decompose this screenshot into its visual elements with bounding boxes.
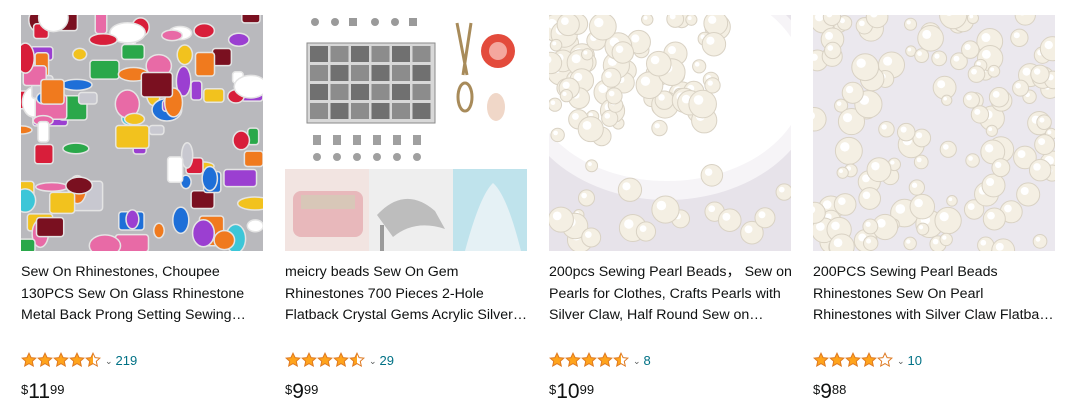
price-symbol: $ (813, 382, 821, 397)
star-icon (333, 352, 349, 367)
price-fraction: 99 (579, 382, 595, 397)
star-icon (317, 352, 333, 367)
review-count[interactable]: 8 (644, 353, 651, 368)
chevron-down-icon[interactable]: ⌄ (897, 356, 905, 367)
chevron-down-icon[interactable]: ⌄ (369, 356, 377, 367)
price[interactable]: $ 10 99 (549, 378, 594, 406)
rating-row: ⌄ 219 (21, 350, 137, 370)
price[interactable]: $ 11 99 (21, 378, 65, 406)
star-icon (85, 352, 101, 367)
chevron-down-icon[interactable]: ⌄ (633, 356, 641, 367)
star-icon (285, 352, 301, 367)
star-icon (613, 352, 629, 367)
rating-row: ⌄ 29 (285, 350, 394, 370)
star-icon (349, 352, 365, 367)
star-icon (829, 352, 845, 367)
price-symbol: $ (549, 382, 557, 397)
star-icon (565, 352, 581, 367)
product-title[interactable]: meicry beads Sew On Gem Rhinestones 700 … (285, 262, 529, 327)
star-icon (813, 352, 829, 367)
price-fraction: 88 (831, 382, 847, 397)
star-icon (861, 352, 877, 367)
star-icon (877, 352, 893, 367)
gem-kit-image[interactable] (285, 15, 527, 251)
price-symbol: $ (285, 382, 293, 397)
price-fraction: 99 (303, 382, 319, 397)
star-icon (69, 352, 85, 367)
star-icon (53, 352, 69, 367)
star-icon (37, 352, 53, 367)
price[interactable]: $ 9 88 (813, 378, 846, 406)
star-icon (581, 352, 597, 367)
star-rating[interactable] (549, 352, 629, 368)
star-icon (549, 352, 565, 367)
review-count[interactable]: 29 (380, 353, 394, 368)
rhinestones-image[interactable] (21, 15, 263, 251)
product-card: Sew On Rhinestones, Choupee 130PCS Sew O… (21, 0, 269, 409)
price-whole: 10 (556, 380, 580, 403)
product-card: meicry beads Sew On Gem Rhinestones 700 … (285, 0, 533, 409)
rating-row: ⌄ 8 (549, 350, 651, 370)
price-fraction: 99 (50, 382, 65, 397)
star-icon (597, 352, 613, 367)
star-icon (21, 352, 37, 367)
price-whole: 9 (292, 380, 304, 403)
rating-row: ⌄ 10 (813, 350, 922, 370)
star-icon (845, 352, 861, 367)
chevron-down-icon[interactable]: ⌄ (105, 356, 113, 367)
product-title[interactable]: Sew On Rhinestones, Choupee 130PCS Sew O… (21, 262, 265, 327)
review-count[interactable]: 10 (908, 353, 922, 368)
product-card: 200pcs Sewing Pearl Beads， Sew on Pearls… (549, 0, 797, 409)
star-rating[interactable] (285, 352, 365, 368)
price-whole: 9 (820, 380, 832, 403)
product-title[interactable]: 200PCS Sewing Pearl Beads Rhinestones Se… (813, 262, 1057, 327)
product-title[interactable]: 200pcs Sewing Pearl Beads， Sew on Pearls… (549, 262, 793, 327)
price-symbol: $ (21, 382, 29, 397)
star-icon (301, 352, 317, 367)
review-count[interactable]: 219 (116, 353, 138, 368)
product-grid: Sew On Rhinestones, Choupee 130PCS Sew O… (0, 0, 1067, 409)
star-rating[interactable] (21, 352, 101, 368)
star-rating[interactable] (813, 352, 893, 368)
pearls-bowl-image[interactable] (549, 15, 791, 251)
product-card: 200PCS Sewing Pearl Beads Rhinestones Se… (813, 0, 1061, 409)
pearls-image[interactable] (813, 15, 1055, 251)
price-whole: 11 (28, 380, 51, 403)
price[interactable]: $ 9 99 (285, 378, 318, 406)
